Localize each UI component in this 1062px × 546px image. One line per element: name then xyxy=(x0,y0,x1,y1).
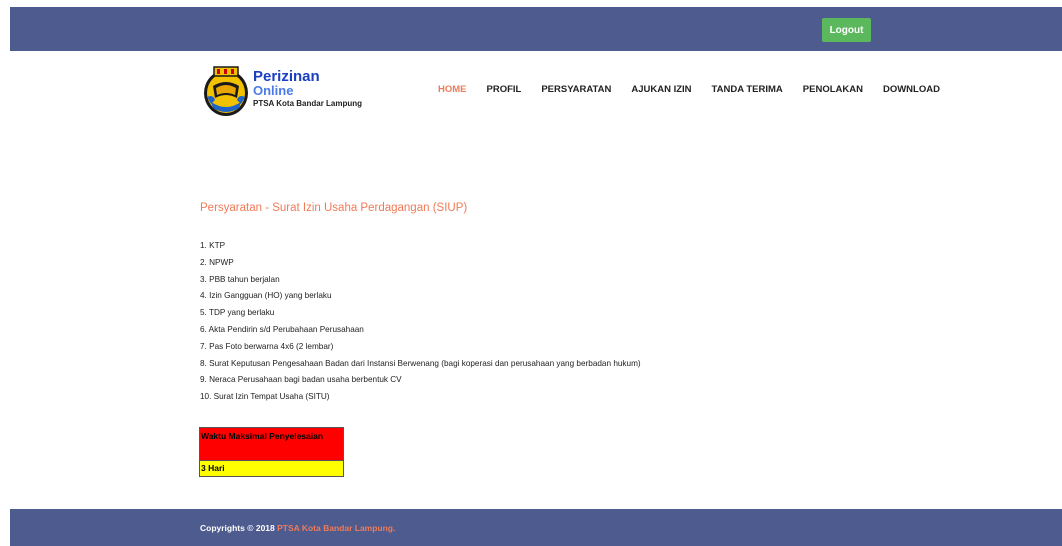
brand-organization: PTSA Kota Bandar Lampung xyxy=(253,99,363,108)
kota-bandar-lampung-emblem-icon xyxy=(204,66,248,116)
copyright-text: Copyrights © 2018 PTSA Kota Bandar Lampu… xyxy=(200,523,395,533)
nav-profil[interactable]: PROFIL xyxy=(487,84,522,98)
logout-button[interactable]: Logout xyxy=(822,18,871,42)
list-item: 1. KTP xyxy=(200,241,226,250)
list-item: 10. Surat Izin Tempat Usaha (SITU) xyxy=(200,392,330,402)
brand-subtitle: Online xyxy=(253,83,294,98)
list-item: 7. Pas Foto berwarna 4x6 (2 lembar) xyxy=(200,341,334,351)
copyright-org-link[interactable]: PTSA Kota Bandar Lampung. xyxy=(277,523,395,533)
list-item: 2. NPWP xyxy=(200,257,234,267)
list-item: 9. Neraca Perusahaan bagi badan usaha be… xyxy=(200,375,402,385)
main-nav: HOME PROFIL PERSYARATAN AJUKAN IZIN TAND… xyxy=(438,84,960,98)
brand[interactable]: Perizinan Online PTSA Kota Bandar Lampun… xyxy=(201,64,371,122)
completion-time-value: 3 Hari xyxy=(200,460,343,476)
nav-persyaratan[interactable]: PERSYARATAN xyxy=(541,84,611,98)
nav-penolakan[interactable]: PENOLAKAN xyxy=(803,84,863,98)
list-item: 6. Akta Pendirin s/d Perubahaan Perusaha… xyxy=(200,324,364,334)
list-item: 8. Surat Keputusan Pengesahaan Badan dar… xyxy=(200,358,641,368)
page-title: Persyaratan - Surat Izin Usaha Perdagang… xyxy=(200,202,468,214)
nav-ajukan-izin[interactable]: AJUKAN IZIN xyxy=(631,84,691,98)
brand-title: Perizinan xyxy=(253,68,320,85)
list-item: 5. TDP yang berlaku xyxy=(200,308,275,318)
footer: Copyrights © 2018 PTSA Kota Bandar Lampu… xyxy=(10,509,1062,546)
nav-download[interactable]: DOWNLOAD xyxy=(883,84,940,98)
completion-time-label: Waktu Maksimal Penyelesaian xyxy=(200,428,343,460)
top-bar xyxy=(10,7,1062,51)
list-item: 3. PBB tahun berjalan xyxy=(200,274,280,284)
nav-tanda-terima[interactable]: TANDA TERIMA xyxy=(712,84,783,98)
nav-home[interactable]: HOME xyxy=(438,84,467,98)
completion-time-box: Waktu Maksimal Penyelesaian 3 Hari xyxy=(199,427,344,477)
copyright-prefix: Copyrights © 2018 xyxy=(200,523,275,533)
list-item: 4. Izin Gangguan (HO) yang berlaku xyxy=(200,291,332,301)
requirements-list: 1. KTP 2. NPWP 3. PBB tahun berjalan 4. … xyxy=(200,240,641,408)
